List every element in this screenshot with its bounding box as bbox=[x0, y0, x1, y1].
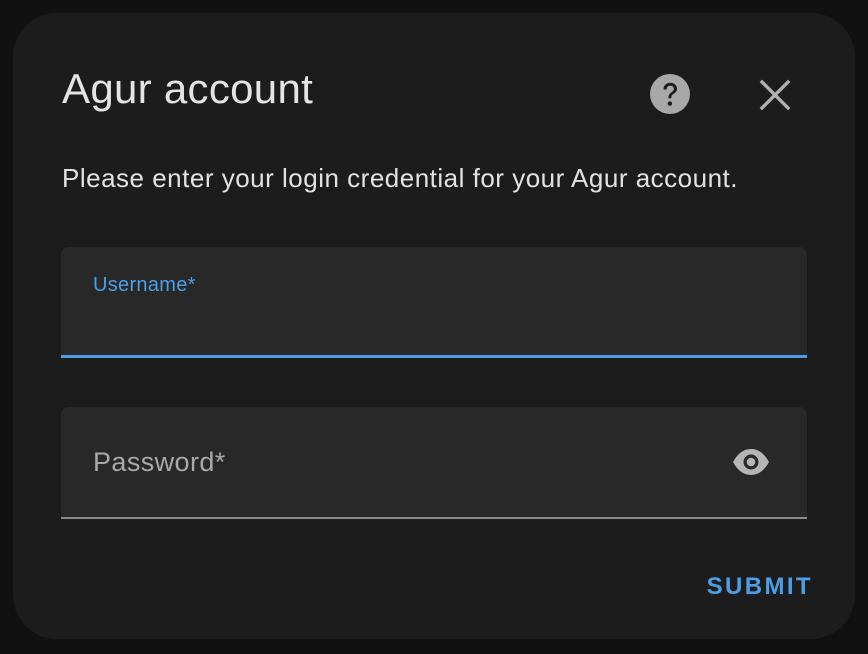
username-field[interactable]: Username* bbox=[61, 247, 807, 358]
help-button[interactable] bbox=[649, 73, 691, 115]
help-circle-icon bbox=[650, 74, 690, 114]
eye-icon bbox=[733, 449, 769, 475]
toggle-password-visibility-button[interactable] bbox=[729, 444, 773, 480]
submit-button[interactable]: SUBMIT bbox=[693, 567, 813, 607]
dialog-description: Please enter your login credential for y… bbox=[62, 163, 738, 193]
close-icon bbox=[759, 79, 791, 111]
login-dialog: Agur account Please enter your login cre… bbox=[13, 13, 855, 639]
username-label: Username* bbox=[93, 274, 196, 296]
username-input[interactable] bbox=[91, 309, 755, 345]
password-field[interactable]: Password* bbox=[61, 407, 807, 519]
close-button[interactable] bbox=[753, 73, 797, 117]
password-label: Password* bbox=[93, 447, 226, 477]
dialog-title: Agur account bbox=[62, 65, 314, 112]
